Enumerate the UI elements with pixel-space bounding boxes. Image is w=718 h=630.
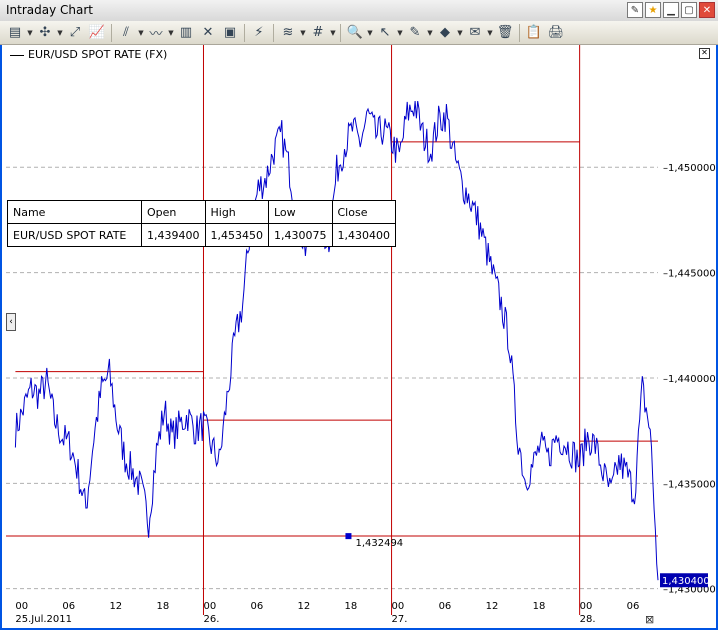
tools-icon[interactable]: ✎ — [627, 2, 643, 18]
tools-icon[interactable]: ⚡ — [248, 23, 270, 43]
table-cell: 1,430400 — [331, 223, 396, 247]
x-tick-label: 18 — [345, 601, 358, 612]
x-tick-label: 12 — [486, 601, 499, 612]
new-chart-icon[interactable]: ▤ — [4, 23, 26, 43]
toolbar-separator — [111, 23, 112, 42]
date-label: 27. — [392, 614, 408, 625]
cursor-icon[interactable]: ↖ — [374, 23, 396, 43]
chevron-down-icon[interactable]: ▼ — [456, 23, 464, 43]
x-tick-label: 06 — [251, 601, 264, 612]
x-tick-label: 00 — [203, 601, 216, 612]
table-row: EUR/USD SPOT RATE 1,439400 1,453450 1,43… — [7, 223, 396, 247]
compare-icon[interactable]: ✕ — [197, 23, 219, 43]
table-cell: 1,453450 — [204, 223, 269, 247]
date-label: 25.Jul.2011 — [15, 614, 72, 625]
y-tick-label: –1,435000 — [663, 479, 716, 490]
chart-area[interactable]: –1,450000 –1,445000 –1,440000 –1,435000 –1,4… — [0, 45, 718, 630]
layer-icon[interactable]: ◆ — [434, 23, 456, 43]
chevron-down-icon[interactable]: ▼ — [26, 23, 34, 43]
layout-icon[interactable]: ≋ — [277, 23, 299, 43]
x-tick-label: 18 — [533, 601, 546, 612]
table-header: Low — [268, 200, 333, 224]
crosshair-icon[interactable]: ✣ — [34, 23, 56, 43]
chevron-down-icon[interactable]: ▼ — [329, 23, 337, 43]
table-header: Open — [141, 200, 206, 224]
date-label: 28. — [580, 614, 596, 625]
quote-table: Name Open High Low Close EUR/USD SPOT RA… — [7, 200, 396, 247]
table-header: High — [204, 200, 269, 224]
legend-line-swatch — [10, 54, 24, 56]
template-icon[interactable]: ▣ — [219, 23, 241, 43]
y-tick-label: –1,450000 — [663, 163, 716, 174]
table-header: Name — [7, 200, 142, 224]
search-icon[interactable]: 🔍 — [344, 23, 366, 43]
marker-label: 1,432494 — [355, 538, 403, 549]
chevron-down-icon[interactable]: ▼ — [366, 23, 374, 43]
table-header: Close — [331, 200, 396, 224]
indicator-icon[interactable]: ⫽ — [115, 23, 137, 43]
table-cell: 1,430075 — [268, 223, 333, 247]
toolbar-separator — [519, 23, 520, 42]
legend-label: EUR/USD SPOT RATE (FX) — [28, 48, 168, 61]
chevron-down-icon[interactable]: ▼ — [426, 23, 434, 43]
y-tick-label: –1,445000 — [663, 269, 716, 280]
table-header-row: Name Open High Low Close — [7, 200, 396, 224]
marker-point — [345, 533, 352, 540]
toolbar: ▤ ▼ ✣ ▼ ⤢ 📈 ⫽ ▼ 〰 ▼ ▥ ✕ ▣ ⚡ ≋ ▼ # ▼ 🔍 ▼ ↖ ▼ ✎ ▼ ◆… — [0, 21, 718, 45]
trend-icon[interactable]: 〰 — [145, 23, 167, 43]
pen-icon[interactable]: ✎ — [404, 23, 426, 43]
bar-chart-icon[interactable]: ▥ — [175, 23, 197, 43]
print-icon[interactable]: 🖨 — [545, 23, 567, 43]
delete-icon[interactable]: 🗑 — [494, 23, 516, 43]
x-tick-label: 00 — [580, 601, 593, 612]
toolbar-separator — [340, 23, 341, 42]
chevron-down-icon[interactable]: ▼ — [167, 23, 175, 43]
x-tick-label: 12 — [109, 601, 122, 612]
intraday-chart-window: Intraday Chart ✎ ★ ▁ ▢ ✕ ▤ ▼ ✣ ▼ ⤢ 📈 ⫽ ▼ 〰 ▼… — [0, 0, 718, 630]
zoom-chart-icon[interactable]: ⤢ — [64, 23, 86, 43]
toolbar-separator — [244, 23, 245, 42]
chevron-down-icon[interactable]: ▼ — [299, 23, 307, 43]
x-tick-label: 18 — [156, 601, 169, 612]
chevron-down-icon[interactable]: ▼ — [486, 23, 494, 43]
window-title: Intraday Chart — [6, 3, 93, 17]
x-tick-label: 06 — [439, 601, 452, 612]
chevron-down-icon[interactable]: ▼ — [396, 23, 404, 43]
title-bar: Intraday Chart ✎ ★ ▁ ▢ ✕ — [0, 0, 718, 22]
x-tick-label: 06 — [62, 601, 75, 612]
series-legend: EUR/USD SPOT RATE (FX) — [10, 48, 167, 61]
grid-icon[interactable]: # — [307, 23, 329, 43]
copy-icon[interactable]: 📋 — [523, 23, 545, 43]
annotation-icon[interactable]: ✉ — [464, 23, 486, 43]
favorite-icon[interactable]: ★ — [645, 2, 661, 18]
y-tick-label: –1,440000 — [663, 374, 716, 385]
chevron-down-icon[interactable]: ▼ — [56, 23, 64, 43]
scroll-left-icon[interactable]: ‹ — [6, 313, 16, 331]
price-series-line — [14, 100, 659, 581]
close-chart-icon[interactable]: ✕ — [699, 48, 710, 59]
x-tick-label: 00 — [392, 601, 405, 612]
chevron-down-icon[interactable]: ▼ — [137, 23, 145, 43]
x-tick-label: 06 — [627, 601, 640, 612]
x-tick-label: 12 — [298, 601, 311, 612]
price-chart[interactable]: –1,450000–1,445000–1,440000–1,435000–1,4… — [2, 45, 716, 628]
table-cell: 1,439400 — [141, 223, 206, 247]
toolbar-separator — [273, 23, 274, 42]
close-icon: ⊠ — [645, 613, 654, 626]
maximize-button[interactable]: ▢ — [681, 2, 697, 18]
table-cell: EUR/USD SPOT RATE — [7, 223, 142, 247]
line-chart-icon[interactable]: 📈 — [86, 23, 108, 43]
last-price-label: 1,430400 — [662, 576, 710, 587]
x-tick-label: 00 — [15, 601, 28, 612]
date-label: 26. — [203, 614, 219, 625]
close-button[interactable]: ✕ — [699, 2, 715, 18]
minimize-button[interactable]: ▁ — [663, 2, 679, 18]
